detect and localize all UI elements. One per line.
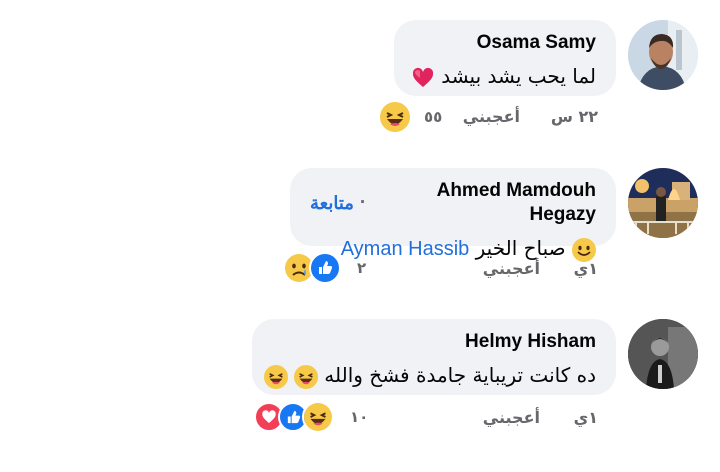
like-icon (309, 252, 341, 284)
laughing-emoji-icon (302, 401, 334, 433)
comment-body: ده كانت تريباية جامدة فشخ والله (324, 363, 596, 387)
smiling-emoji-icon (572, 237, 596, 262)
comment-bubble: Helmy Hisham ده كانت تريباية جامدة فشخ و… (252, 319, 616, 395)
comment-text: ده كانت تريباية جامدة فشخ والله (263, 360, 596, 390)
heart-icon (411, 66, 435, 90)
reactions[interactable]: ١٠ (254, 401, 368, 433)
avatar[interactable] (628, 20, 698, 90)
reaction-count: ١٠ (350, 408, 369, 426)
laughing-emoji-icon (263, 364, 288, 389)
avatar[interactable] (628, 168, 698, 238)
avatar[interactable] (628, 319, 698, 389)
comment-body: لما يحب يشد بيشد (441, 64, 596, 88)
comment-author[interactable]: Helmy Hisham (272, 330, 596, 354)
comment-body: صباح الخير (475, 236, 566, 260)
follow-button[interactable]: متابعة (310, 191, 354, 215)
comment-time[interactable]: ١ي (574, 259, 598, 278)
like-button[interactable]: أعجبني (483, 408, 540, 427)
comment-author-line: متابعة · Ahmed Mamdouh Hegazy (310, 179, 596, 227)
reactions[interactable]: ٢ (283, 252, 366, 284)
like-button[interactable]: أعجبني (483, 259, 540, 278)
comment-author[interactable]: Ahmed Mamdouh Hegazy (372, 179, 596, 227)
comment-time[interactable]: ١ي (574, 408, 598, 427)
comment-text: لما يحب يشد بيشد (411, 61, 596, 91)
separator-dot: · (359, 192, 367, 213)
reactions[interactable]: ٥٥ (378, 100, 442, 134)
comment-bubble: Osama Samy لما يحب يشد بيشد (394, 20, 616, 96)
comment-bubble: متابعة · Ahmed Mamdouh Hegazy صباح الخير… (290, 168, 616, 262)
laughing-emoji-icon (378, 100, 412, 134)
reaction-count: ٢ (357, 259, 367, 277)
reaction-count: ٥٥ (424, 108, 443, 126)
comment-time[interactable]: ٢٢ س (551, 107, 598, 126)
laughing-emoji-icon (293, 364, 318, 389)
comment-author[interactable]: Osama Samy (414, 31, 596, 55)
like-button[interactable]: أعجبني (463, 107, 520, 126)
